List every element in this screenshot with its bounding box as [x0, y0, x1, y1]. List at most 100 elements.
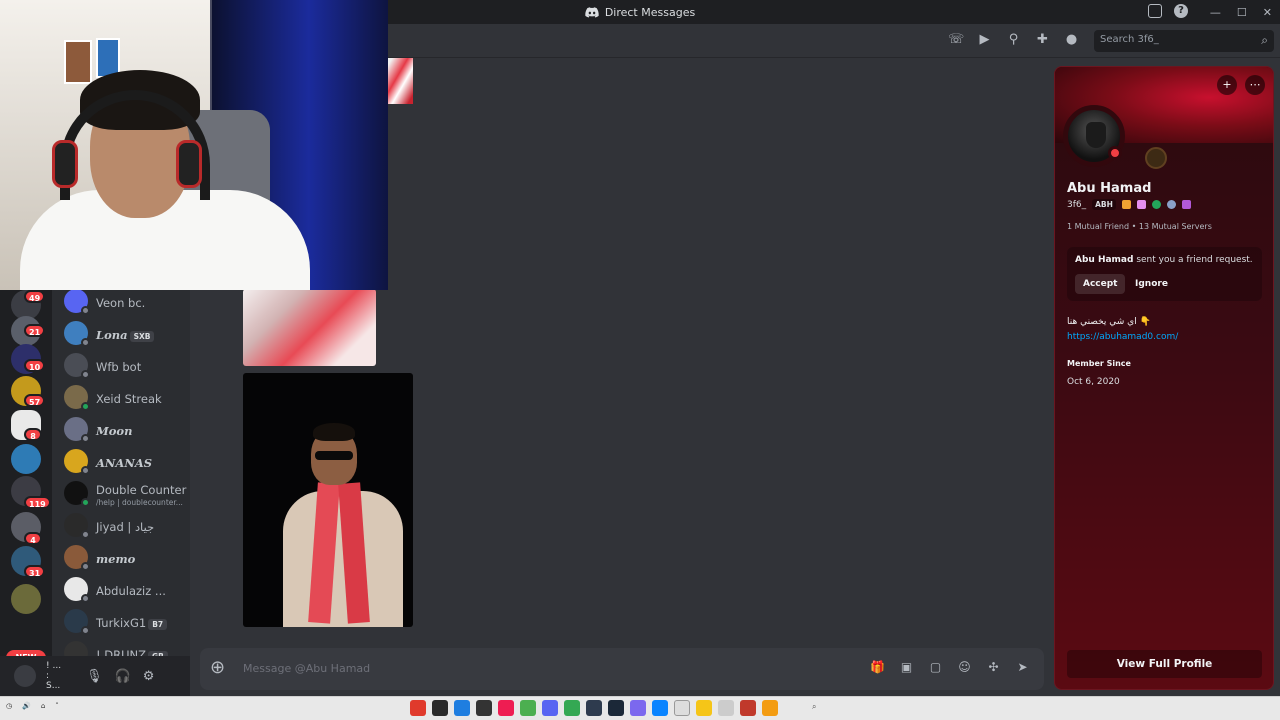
- image-attachment[interactable]: [243, 289, 376, 366]
- app-icon[interactable]: [432, 700, 448, 716]
- volume-icon[interactable]: 🔊: [22, 702, 31, 710]
- app-icon[interactable]: [410, 700, 426, 716]
- help-icon[interactable]: ?: [1174, 4, 1188, 18]
- dnd-status-icon: [1108, 146, 1122, 160]
- status-indicator-icon: [81, 466, 90, 475]
- dm-item[interactable]: Abdulaziz ...: [64, 574, 190, 604]
- app-icon[interactable]: [542, 700, 558, 716]
- avatar: [64, 289, 90, 315]
- app-icon[interactable]: [674, 700, 690, 716]
- profile-display-name: Abu Hamad: [1067, 181, 1152, 196]
- gear-icon[interactable]: ⚙: [143, 669, 155, 684]
- dm-item[interactable]: Jiyad | جياد: [64, 510, 190, 540]
- status-indicator-icon: [81, 498, 90, 507]
- message-composer[interactable]: ⊕ Message @Abu Hamad 🎁 ▣ ▢ ☺ ✣ ➤: [200, 648, 1044, 690]
- microphone-icon[interactable]: 🎙: [86, 669, 103, 684]
- dm-item[interactable]: ANANAS: [64, 446, 190, 476]
- app-icon[interactable]: [630, 700, 646, 716]
- mention-badge: 119: [24, 496, 51, 509]
- add-attachment-icon[interactable]: ⊕: [210, 658, 225, 678]
- mention-badge: 57: [24, 394, 46, 407]
- badge-icon[interactable]: [1121, 200, 1131, 209]
- network-icon[interactable]: ⌂: [41, 702, 45, 710]
- server-icon[interactable]: [11, 584, 41, 614]
- dm-item[interactable]: Veon bc.: [64, 286, 190, 316]
- search-placeholder: Search 3f6_: [1100, 34, 1159, 45]
- status-indicator-icon: [81, 338, 90, 347]
- member-since-label: Member Since: [1067, 359, 1131, 368]
- discord-window: Direct Messages ? — ☐ ✕ 49 21 10 57 8 11…: [0, 0, 1280, 720]
- emoji-icon[interactable]: ☺: [957, 660, 972, 675]
- dm-item[interactable]: TurkixG1 B7: [64, 606, 190, 636]
- maximize-button[interactable]: ☐: [1237, 6, 1247, 19]
- dm-item[interactable]: Xeid Streak: [64, 382, 190, 412]
- app-icon[interactable]: [498, 700, 514, 716]
- badge-icon[interactable]: [1166, 200, 1176, 209]
- avatar: [64, 641, 88, 656]
- more-options-icon[interactable]: ⋯: [1245, 75, 1265, 95]
- video-call-icon[interactable]: ▶: [977, 32, 992, 47]
- dm-name: Veon bc.: [96, 295, 146, 310]
- gif-icon[interactable]: ▣: [899, 660, 914, 675]
- image-attachment[interactable]: [387, 58, 413, 104]
- dm-item[interactable]: memo: [64, 542, 190, 572]
- app-icon[interactable]: [740, 700, 756, 716]
- app-icon[interactable]: [586, 700, 602, 716]
- avatar[interactable]: [1063, 105, 1125, 167]
- app-icon[interactable]: [476, 700, 492, 716]
- app-icon[interactable]: [718, 700, 734, 716]
- close-window-button[interactable]: ✕: [1263, 6, 1272, 19]
- profile-username: 3f6_: [1067, 199, 1087, 210]
- inbox-icon[interactable]: [1148, 4, 1162, 18]
- app-icon[interactable]: [454, 700, 470, 716]
- dm-item[interactable]: ! DRUNZ GR: [64, 638, 190, 656]
- chevron-up-icon[interactable]: ˄: [55, 702, 59, 710]
- dm-item[interactable]: Wfb bot: [64, 350, 190, 380]
- app-icon[interactable]: [696, 700, 712, 716]
- add-friend-icon[interactable]: +: [1217, 75, 1237, 95]
- user-name: ! ...: [46, 661, 62, 671]
- badge-icon[interactable]: [1181, 200, 1191, 209]
- headphones-icon[interactable]: 🎧: [115, 669, 131, 684]
- server-icon[interactable]: [11, 444, 41, 474]
- apps-icon[interactable]: ✣: [986, 660, 1001, 675]
- app-icon[interactable]: [520, 700, 536, 716]
- avatar[interactable]: [14, 665, 36, 687]
- dm-item[interactable]: Moon: [64, 414, 190, 444]
- view-full-profile-button[interactable]: View Full Profile: [1067, 650, 1262, 678]
- status-indicator-icon: [81, 562, 90, 571]
- guild-tag[interactable]: ABH: [1092, 199, 1116, 210]
- gift-icon[interactable]: 🎁: [870, 660, 885, 675]
- voice-call-icon[interactable]: ☏: [948, 32, 964, 47]
- mutual-info[interactable]: 1 Mutual Friend • 13 Mutual Servers: [1067, 222, 1212, 231]
- dm-item[interactable]: Double Counter/help | doublecounter...: [64, 478, 190, 508]
- app-icon[interactable]: [564, 700, 580, 716]
- app-icon[interactable]: [652, 700, 668, 716]
- status-indicator-icon: [81, 626, 90, 635]
- user-panel: ! ... : S... 🎙 🎧 ⚙: [0, 656, 190, 696]
- send-icon[interactable]: ➤: [1015, 660, 1030, 675]
- accept-button[interactable]: Accept: [1075, 274, 1126, 294]
- minimize-button[interactable]: —: [1210, 6, 1221, 19]
- search-input[interactable]: Search 3f6_ ⌕: [1094, 30, 1274, 52]
- profile-link[interactable]: https://abuhamad0.com/: [1067, 332, 1178, 342]
- sticker-icon[interactable]: ▢: [928, 660, 943, 675]
- taskbar-search-icon[interactable]: ⌕: [812, 702, 816, 712]
- pin-icon[interactable]: ⚲: [1006, 32, 1021, 47]
- message-input[interactable]: Message @Abu Hamad: [243, 662, 370, 675]
- avatar: [64, 321, 90, 347]
- mention-badge: 8: [24, 428, 42, 441]
- add-friends-icon[interactable]: ✚: [1035, 32, 1050, 47]
- app-icon[interactable]: [608, 700, 624, 716]
- user-profile-icon[interactable]: ●: [1064, 32, 1079, 47]
- badge-icon[interactable]: [1151, 200, 1161, 209]
- image-attachment[interactable]: [243, 373, 413, 627]
- dm-name: ANANAS: [96, 455, 153, 470]
- avatar: [64, 577, 90, 603]
- app-icon[interactable]: [762, 700, 778, 716]
- dm-item[interactable]: Lona SXB: [64, 318, 190, 348]
- badge-icon[interactable]: [1136, 200, 1146, 209]
- status-indicator-icon: [81, 594, 90, 603]
- dm-activity: /help | doublecounter...: [96, 498, 183, 507]
- ignore-button[interactable]: Ignore: [1127, 274, 1176, 294]
